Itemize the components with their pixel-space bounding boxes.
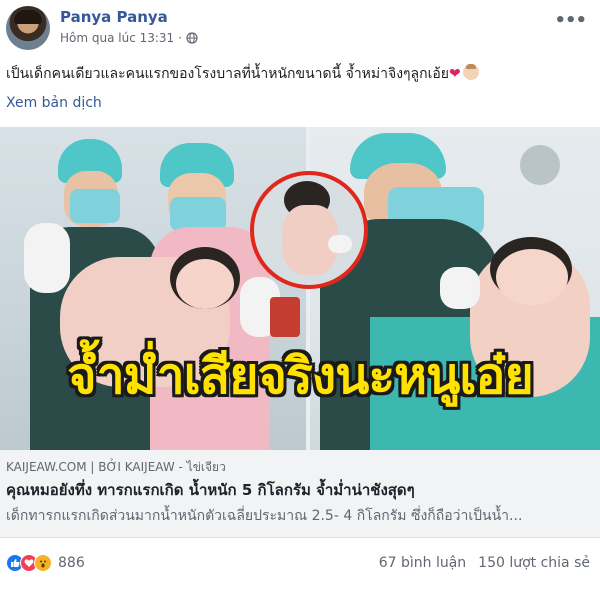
reaction-count: 886: [58, 555, 85, 571]
link-preview[interactable]: KAIJEAW.COM | BỞI KAIJEAW - ไข่เจียว คุณ…: [0, 450, 600, 538]
engagement-stats: 67 bình luận 150 lượt chia sẻ: [379, 555, 590, 571]
baby-face-icon: [462, 64, 479, 80]
more-options-icon[interactable]: •••: [554, 10, 587, 31]
wow-reaction-icon: [34, 554, 52, 572]
globe-icon[interactable]: [186, 32, 198, 44]
link-source: KAIJEAW.COM | BỞI KAIJEAW - ไข่เจียว: [6, 460, 226, 474]
meta-separator: ·: [178, 31, 183, 45]
photo-overlay-caption: จ้ำม่ำเสียจริงนะหนูเอ๋ย: [67, 347, 533, 405]
post-meta: Hôm qua lúc 13:31 ·: [60, 31, 198, 45]
link-title[interactable]: คุณหมอยังทึ่ง ทารกแรกเกิด น้ำหนัก 5 กิโล…: [6, 478, 415, 502]
reactions-summary[interactable]: 886: [6, 554, 85, 572]
post-text: เป็นเด็กคนเดียวและคนแรกของโรงบาลที่น้ำหน…: [6, 63, 594, 85]
heart-emoji: ❤: [449, 66, 461, 82]
link-description: เด็กทารกแรกเกิดส่วนมากน้ำหนักตัวเฉลี่ยปร…: [6, 508, 523, 524]
post-photo[interactable]: จ้ำม่ำเสียจริงนะหนูเอ๋ย: [0, 127, 600, 450]
comments-count-link[interactable]: 67 bình luận: [379, 555, 466, 571]
post-message: เป็นเด็กคนเดียวและคนแรกของโรงบาลที่น้ำหน…: [6, 66, 450, 82]
facebook-post: Panya Panya Hôm qua lúc 13:31 · ••• เป็น…: [0, 0, 600, 596]
inset-photo-circle: [250, 171, 368, 289]
shares-count-link[interactable]: 150 lượt chia sẻ: [478, 555, 590, 571]
post-footer: 886 67 bình luận 150 lượt chia sẻ: [0, 544, 600, 584]
post-header: Panya Panya Hôm qua lúc 13:31 · •••: [0, 0, 600, 58]
see-translation-link[interactable]: Xem bản dịch: [6, 95, 102, 111]
avatar[interactable]: [6, 6, 50, 50]
post-time[interactable]: Hôm qua lúc 13:31: [60, 31, 174, 45]
author-name[interactable]: Panya Panya: [60, 8, 168, 26]
